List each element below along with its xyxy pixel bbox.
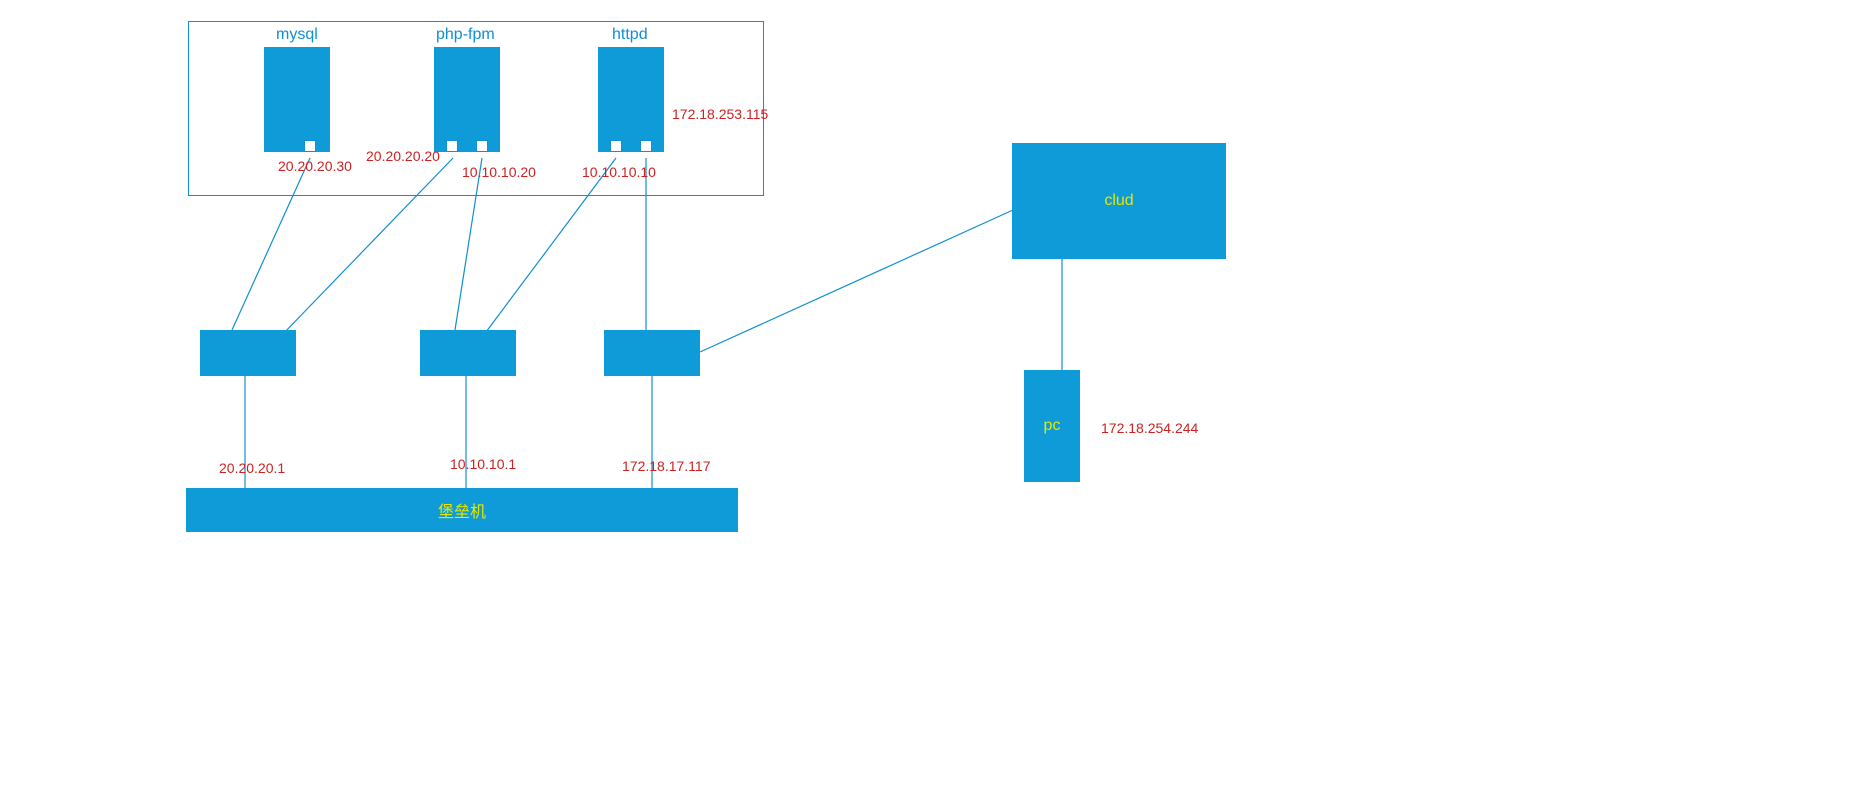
server-httpd-ip1: 172.18.253.115	[672, 106, 768, 122]
cloud-box: clud	[1012, 143, 1226, 259]
bastion-ip-left: 20.20.20.1	[219, 460, 285, 476]
bastion-label: 堡垒机	[438, 498, 486, 522]
switch-left	[200, 330, 296, 376]
switch-right	[604, 330, 700, 376]
server-phpfpm	[434, 47, 500, 152]
port-phpfpm-2	[476, 140, 488, 152]
server-httpd	[598, 47, 664, 152]
server-mysql-title: mysql	[276, 26, 318, 44]
port-mysql-1	[304, 140, 316, 152]
bastion-box: 堡垒机	[186, 488, 738, 532]
server-mysql	[264, 47, 330, 152]
bastion-ip-mid: 10.10.10.1	[450, 456, 516, 472]
bastion-ip-right: 172.18.17.117	[622, 458, 711, 474]
pc-label: pc	[1044, 417, 1061, 435]
server-phpfpm-title: php-fpm	[436, 26, 495, 44]
server-httpd-title: httpd	[612, 26, 648, 44]
pc-ip: 172.18.254.244	[1101, 420, 1198, 436]
server-httpd-ip2: 10.10.10.10	[582, 164, 656, 180]
diagram-canvas: mysql 20.20.20.30 php-fpm 20.20.20.20 10…	[0, 0, 1862, 787]
server-mysql-ip1: 20.20.20.30	[278, 158, 352, 174]
server-phpfpm-ip2: 10.10.10.20	[462, 164, 536, 180]
server-phpfpm-ip1: 20.20.20.20	[366, 148, 440, 164]
switch-mid	[420, 330, 516, 376]
port-httpd-2	[640, 140, 652, 152]
cloud-label: clud	[1104, 192, 1133, 210]
port-phpfpm-1	[446, 140, 458, 152]
port-httpd-1	[610, 140, 622, 152]
pc-box: pc	[1024, 370, 1080, 482]
